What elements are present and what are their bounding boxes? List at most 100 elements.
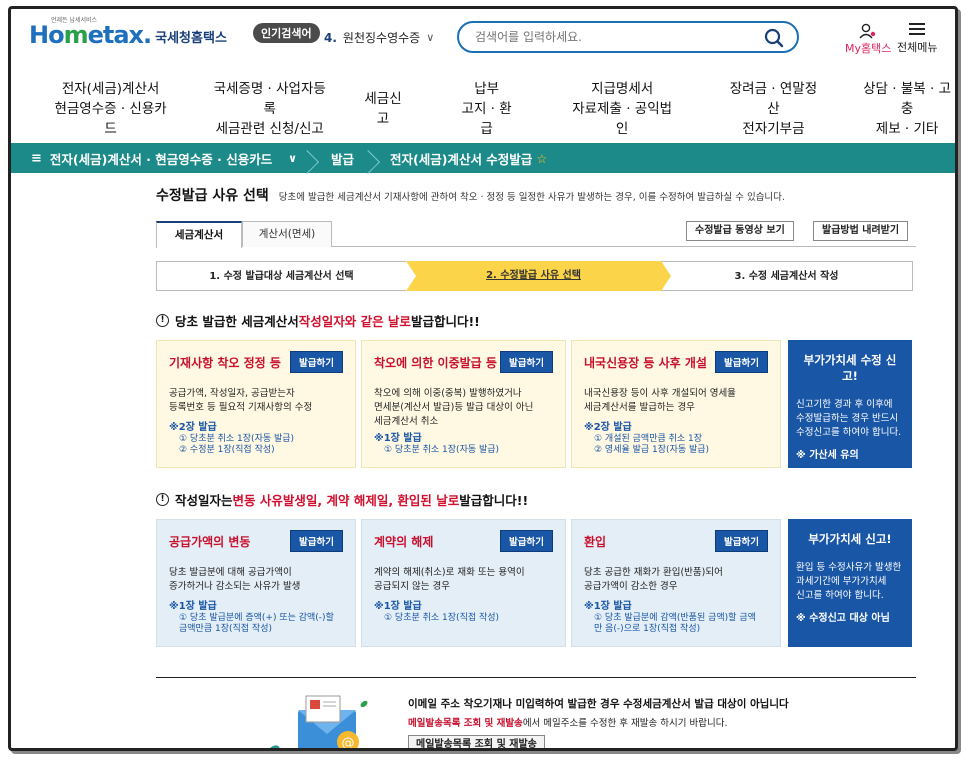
gnb-item-incentive[interactable]: 장려금 · 연말정산 전자기부금 [726,79,821,137]
card-sub: ② 수정분 1장(직접 작성) [179,445,275,455]
email-envelope-icon: @ [268,695,368,751]
popular-rank: 4. [324,30,337,45]
issue-button[interactable]: 발급하기 [500,351,553,373]
alert-icon: ! [156,314,169,327]
reason-card-duplicate: 착오에 의한 이중발급 등 발급하기 착오에 의해 이중(중복) 발행하였거나 면세… [361,340,566,468]
gnb-item-payment-statement[interactable]: 지급명세서 자료제출 · 공익법인 [569,79,676,137]
tab-bar: 세금계산서 계산서(면세) 수정발급 동영상 보기 발급방법 내려받기 [156,221,916,248]
hamburger-icon [909,23,926,35]
section-heading-same-date: ! 당초 발급한 세금계산서 작성일자와 같은 날로 발급합니다!! [156,311,916,330]
hometax-logo[interactable]: 언제든 납세서비스 Hometax. 국세청홈택스 [29,17,227,49]
menu-icon: ≡ [31,150,42,166]
gnb-item-certificate[interactable]: 국세증명 · 사업자등록 세금관련 신청/신고 [210,79,329,137]
search-input[interactable] [475,23,765,51]
card-note: ※1장 발급 [584,601,632,612]
favorite-star-icon[interactable]: ☆ [536,151,547,166]
tab-tax-invoice[interactable]: 세금계산서 [156,221,242,248]
reason-card-local-lc: 내국신용장 등 사후 개설 발급하기 내국신용장 등이 사후 개설되어 영세율 세금… [571,340,781,468]
mail-list-button[interactable]: 메일발송목록 조회 및 재발송 [408,735,545,748]
alert-icon: ! [156,493,169,506]
issue-button[interactable]: 발급하기 [290,530,343,552]
card-title: 공급가액의 변동 [169,534,251,549]
vat-amend-notice: 부가가치세 수정 신고! 신고기한 경과 후 이후에 수정발급하는 경우 반드시 수… [788,340,912,468]
notice-note: ※ 가산세 유의 [796,450,859,461]
card-sub: 만 음(-)으로 1장(직접 작성) [594,624,701,634]
user-icon [859,23,876,39]
popular-search-dropdown[interactable]: 4. 원천징수영수증 ∨ [324,29,434,46]
logo-wordmark: Hometax. [29,21,152,49]
email-notice-desc: 메일발송목록 조회 및 재발송에서 메일주소를 수정한 후 재발송 하시기 바랍… [408,718,728,729]
gnb-item-etax[interactable]: 전자(세금)계산서 현금영수증 · 신용카드 [51,79,170,137]
mail-list-link[interactable]: 메일발송목록 조회 및 재발송 [408,718,523,729]
tab-invoice-exempt[interactable]: 계산서(면세) [242,221,332,247]
card-body: 공급가액, 작성일자, 공급받는자 등록번호 등 필요적 기재사항의 수정 [169,388,313,413]
step-1: 1. 수정 발급대상 세금계산서 선택 [156,261,406,291]
card-body: 당초 발급분에 대해 공급가액이 증가하거나 감소되는 사유가 발생 [169,567,301,592]
step-2-current: 2. 수정발급 사유 선택 [406,261,661,291]
breadcrumb-first: 전자(세금)계산서 · 현금영수증 · 신용카드 [49,151,273,167]
card-body: 당초 공급한 재화가 환입(반품)되어 공급가액이 감소한 경우 [584,567,723,592]
all-menu-label: 전체메뉴 [897,41,938,54]
card-body: 계약의 해제(취소)로 재화 또는 용역이 공급되지 않는 경우 [374,567,525,592]
reason-card-correction: 기재사항 착오 정정 등 발급하기 공급가액, 작성일자, 공급받는자 등록번호 등… [156,340,356,468]
gnb-item-tax-return[interactable]: 세금신고 [359,79,406,135]
gnb-item-payment[interactable]: 납부 고지 · 환급 [457,79,517,137]
step-indicator: 1. 수정 발급대상 세금계산서 선택 2. 수정발급 사유 선택 3. 수정 … [156,261,913,291]
section-heading-event-date: ! 작성일자는 변동 사유발생일, 계약 해제일, 환입된 날로 발급합니다!! [156,490,916,509]
popular-search-badge: 인기검색어 [253,23,320,43]
breadcrumb-dropdown[interactable]: ≡ 전자(세금)계산서 · 현금영수증 · 신용카드 ∨ [11,149,307,168]
breadcrumb-second[interactable]: 발급 [331,149,354,168]
card-body: 내국신용장 등이 사후 개설되어 영세율 세금계산서를 발급하는 경우 [584,388,736,413]
notice-title: 부가가치세 수정 신고! [803,353,897,383]
browser-frame: 언제든 납세서비스 Hometax. 국세청홈택스 인기검색어 4. 원천징수영… [8,6,958,751]
card-group-same-date: 기재사항 착오 정정 등 발급하기 공급가액, 작성일자, 공급받는자 등록번호 등… [156,340,916,468]
logo-korean: 국세청홈택스 [155,31,227,46]
card-sub: ① 당초 발급분에 증액(+) 또는 감액(-)할 [179,613,334,623]
watch-video-button[interactable]: 수정발급 동영상 보기 [686,221,794,241]
email-notice: @ 이메일 주소 착오기재나 미입력하여 발급한 경우 수정세금계산서 발급 대… [156,678,916,751]
card-title: 내국신용장 등 사후 개설 [584,355,707,370]
issue-button[interactable]: 발급하기 [290,351,343,373]
card-title: 기재사항 착오 정정 등 [169,355,281,370]
step-arrow [661,261,671,291]
global-nav: 전자(세금)계산서 현금영수증 · 신용카드 국세증명 · 사업자등록 세금관련 신… [11,79,955,137]
notice-body: 신고기한 경과 후 이후에 수정발급하는 경우 반드시 수정신고를 하여야 합니다. [796,399,902,438]
page-description: 당초에 발급한 세금계산서 기재사항에 관하여 착오 · 정정 등 일정한 사유… [278,192,785,203]
gnb-item-consultation[interactable]: 상담 · 불복 · 고충 제보 · 기타 [859,79,955,137]
card-note: ※1장 발급 [374,601,422,612]
download-guide-button[interactable]: 발급방법 내려받기 [813,221,909,241]
logo-tagline: 언제든 납세서비스 [51,17,98,24]
card-sub: 금액만큼 1장(직접 작성) [179,624,272,634]
myhome-link[interactable]: My홈택스 [845,23,891,56]
issue-button[interactable]: 발급하기 [715,530,768,552]
myhome-label: My홈택스 [845,42,892,55]
all-menu-button[interactable]: 전체메뉴 [897,23,937,55]
card-note: ※2장 발급 [584,422,632,433]
vat-report-notice: 부가가치세 신고! 환입 등 수정사유가 발생한 과세기간에 부가가치세 신고를 하… [788,519,912,647]
card-sub: ① 당초분 취소 1장(직접 작성) [384,613,500,623]
notice-note: ※ 수정신고 대상 아님 [796,613,890,624]
card-sub: ① 당초분 취소 1장(자동 발급) [384,445,500,455]
card-title: 착오에 의한 이중발급 등 [374,355,497,370]
card-title: 계약의 해제 [374,534,434,549]
reason-card-contract-cancel: 계약의 해제 발급하기 계약의 해제(취소)로 재화 또는 용역이 공급되지 않는 … [361,519,566,647]
card-sub: ① 개설된 금액만큼 취소 1장 [594,434,703,444]
card-sub: ① 당초 발급분에 감액(반품된 금액)할 금액 [594,613,756,623]
svg-text:@: @ [342,736,355,751]
chevron-down-icon[interactable]: ∨ [426,31,434,44]
step-arrow [406,261,416,291]
card-body: 착오에 의해 이중(중복) 발행하였거나 면세분(계산서 발급)등 발급 대상이 … [374,388,534,427]
reason-card-return: 환입 발급하기 당초 공급한 재화가 환입(반품)되어 공급가액이 감소한 경우 ※… [571,519,781,647]
reason-card-amount-change: 공급가액의 변동 발급하기 당초 발급분에 대해 공급가액이 증가하거나 감소되는 … [156,519,356,647]
search-icon[interactable] [763,27,785,49]
issue-button[interactable]: 발급하기 [500,530,553,552]
notice-body: 환입 등 수정사유가 발생한 과세기간에 부가가치세 신고를 하여야 합니다. [796,562,902,601]
notice-title: 부가가치세 신고! [808,532,892,546]
card-note: ※2장 발급 [169,422,217,433]
issue-button[interactable]: 발급하기 [715,351,768,373]
breadcrumb: ≡ 전자(세금)계산서 · 현금영수증 · 신용카드 ∨ 발급 전자(세금)계산… [11,143,955,173]
card-sub: ② 영세율 발급 1장(자동 발급) [594,445,710,455]
card-sub: ① 당초분 취소 1장(자동 발급) [179,434,295,444]
main-content: 수정발급 사유 선택 당초에 발급한 세금계산서 기재사항에 관하여 착오 · … [156,185,916,751]
breadcrumb-separator [307,143,321,173]
